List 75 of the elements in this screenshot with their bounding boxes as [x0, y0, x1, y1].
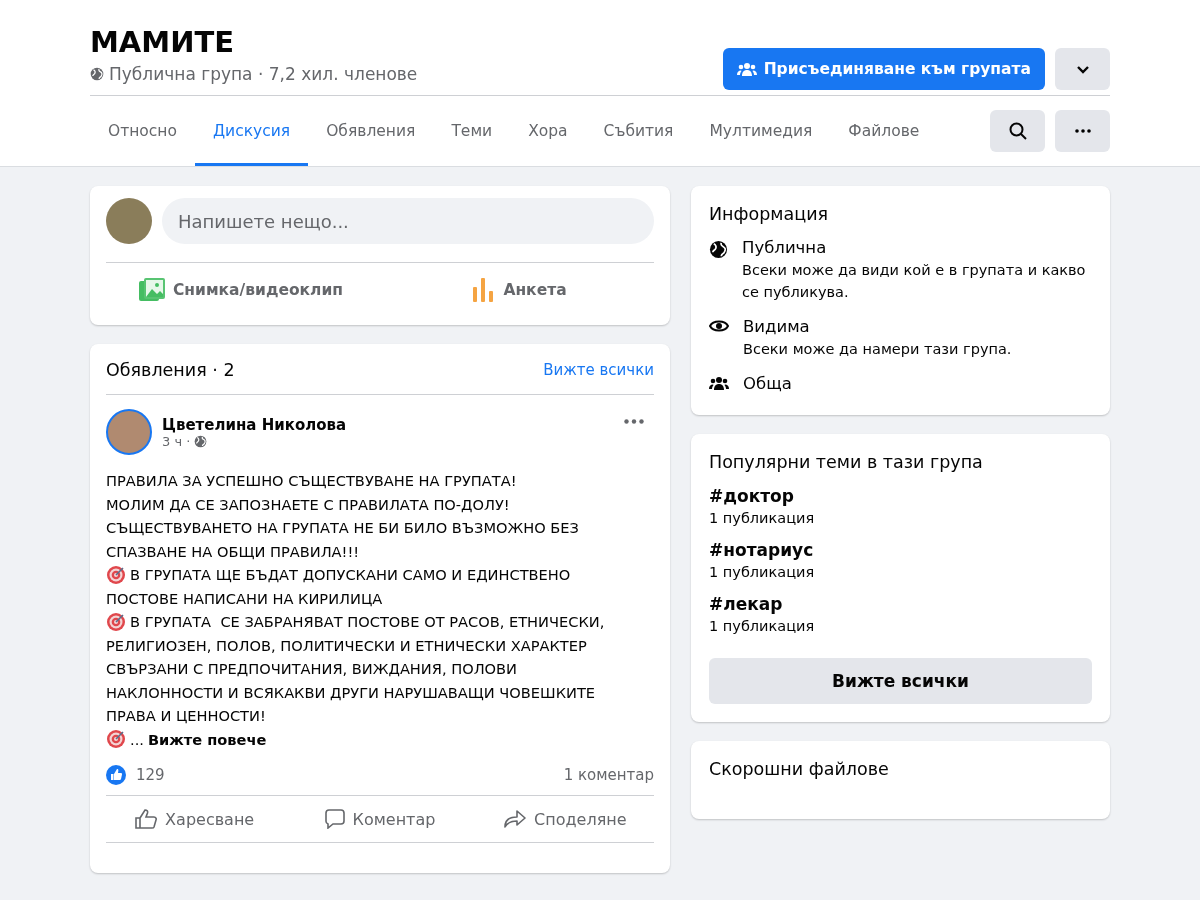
comment-count[interactable]: 1 коментар: [563, 766, 654, 784]
nav-tab[interactable]: Хора: [510, 96, 586, 166]
like-count[interactable]: 129: [136, 766, 165, 784]
hashtag-link[interactable]: #нотариус: [709, 540, 1092, 560]
share-arrow-icon: [504, 810, 527, 828]
target-icon: [106, 564, 126, 585]
post-text-line: ПРАВИЛА ЗА УСПЕШНО СЪЩЕСТВУВАНЕ НА ГРУПАТА!: [106, 471, 517, 491]
post-action-button[interactable]: Коментар: [291, 796, 469, 842]
hashtag-link[interactable]: #лекар: [709, 594, 1092, 614]
info-description: Всеки може да види кой е в групата и какво се публикува.: [742, 261, 1087, 302]
post-text-line: НАКЛОННОСТИ И ВСЯКАКВИ ДРУГИ НАРУШАВАЩИ ЧОВЕШКИТЕ: [106, 682, 596, 703]
card-title: Информация: [709, 204, 829, 224]
nav-tab[interactable]: Мултимедия: [691, 96, 831, 166]
info-title: Публична: [742, 238, 828, 257]
see-all-button[interactable]: Вижте всички: [709, 658, 1092, 704]
post-text-line: ПРАВА И ЦЕННОСТИ!: [106, 706, 266, 726]
globe-icon: [194, 435, 208, 448]
post-text-line: СВЪРЗАНИ С ПРЕДПОЧИТАНИЯ, ВИЖДАНИЯ, ПОЛОВИ: [106, 659, 518, 679]
nav-tab[interactable]: Обявления: [308, 96, 434, 166]
more-button[interactable]: [1055, 110, 1110, 152]
nav-tab[interactable]: Файлове: [830, 96, 938, 166]
ellipsis-text: ...: [130, 729, 144, 750]
post-text-line: СЪЩЕСТВУВАНЕТО НА ГРУПАТА НЕ БИ БИЛО ВЪЗМОЖНО БЕЗ: [106, 518, 579, 538]
post-time[interactable]: 3 ч ·: [162, 434, 191, 449]
dropdown-button[interactable]: [1055, 48, 1110, 90]
search-button[interactable]: [990, 110, 1045, 152]
group-name: МАМИТЕ: [90, 24, 236, 60]
like-badge-icon: [106, 765, 126, 785]
post-count: 1 публикация: [709, 510, 816, 526]
group-meta: Публична група · 7,2 хил. членове: [109, 64, 418, 84]
bar-chart-icon: [471, 278, 496, 302]
card-title: Популярни теми в тази група: [709, 452, 983, 472]
info-title: Видима: [743, 317, 811, 336]
more-icon: [624, 419, 644, 424]
photo-icon: [138, 278, 165, 302]
composer-action-button[interactable]: Снимка/видеоклип: [106, 267, 376, 313]
more-icon: [1074, 129, 1091, 133]
speech-bubble-icon: [324, 809, 345, 829]
people-icon: [709, 376, 729, 390]
hashtag-link[interactable]: #доктор: [709, 486, 1092, 506]
target-icon: [106, 611, 126, 632]
post-text-line: МОЛИМ ДА СЕ ЗАПОЗНАЕТЕ С ПРАВИЛАТА ПО-ДОЛУ!: [106, 494, 510, 515]
globe-icon: [90, 67, 104, 81]
author-name[interactable]: Цветелина Николова: [162, 416, 347, 434]
join-group-button[interactable]: Присъединяване към групата: [722, 48, 1045, 90]
search-icon: [1008, 122, 1027, 140]
post-count: 1 публикация: [709, 564, 816, 580]
target-icon: [106, 729, 126, 750]
nav-tab[interactable]: Дискусия: [195, 96, 309, 166]
post-input-field[interactable]: Напишете нещо...: [162, 198, 654, 244]
section-title: Обявления · 2: [106, 360, 235, 380]
nav-tab[interactable]: Относно: [90, 96, 195, 166]
see-more-link[interactable]: Вижте повече: [147, 727, 267, 751]
post-action-button[interactable]: Харесване: [106, 796, 284, 842]
nav-tab[interactable]: Теми: [433, 96, 511, 166]
chevron-down-icon: [1075, 64, 1090, 74]
avatar-photo-placeholder: [106, 198, 152, 244]
info-description: Всеки може да намери тази група.: [743, 340, 1012, 359]
post-text-line: РЕЛИГИОЗЕН, ПОЛОВ, ПОЛИТИЧЕСКИ И ЕТНИЧЕСКИ ХАРАКТЕР: [106, 635, 587, 656]
card-title: Скорошни файлове: [709, 759, 889, 779]
thumbs-up-icon: [135, 809, 158, 829]
author-avatar-photo-placeholder: [106, 409, 152, 455]
composer-action-button[interactable]: Анкета: [384, 267, 654, 313]
people-icon: [736, 62, 757, 76]
post-text-line: СПАЗВАНЕ НА ОБЩИ ПРАВИЛА!!!: [106, 541, 360, 562]
post-text-line: В ГРУПАТА ЩЕ БЪДАТ ДОПУСКАНИ САМО И ЕДИНСТВЕНО: [130, 565, 571, 585]
post-text-line: ПОСТОВЕ НАПИСАНИ НА КИРИЛИЦА: [106, 588, 383, 609]
globe-icon: [709, 240, 728, 259]
nav-tab[interactable]: Събития: [585, 96, 692, 166]
post-text-line: В ГРУПАТА СЕ ЗАБРАНЯВАТ ПОСТОВЕ ОТ РАСОВ, ЕТНИЧЕСКИ,: [130, 612, 605, 632]
eye-icon: [709, 319, 729, 333]
see-all-link[interactable]: Вижте всички: [543, 361, 654, 379]
info-title: Обща: [743, 374, 792, 393]
post-count: 1 публикация: [709, 618, 816, 634]
post-action-button[interactable]: Споделяне: [476, 796, 654, 842]
